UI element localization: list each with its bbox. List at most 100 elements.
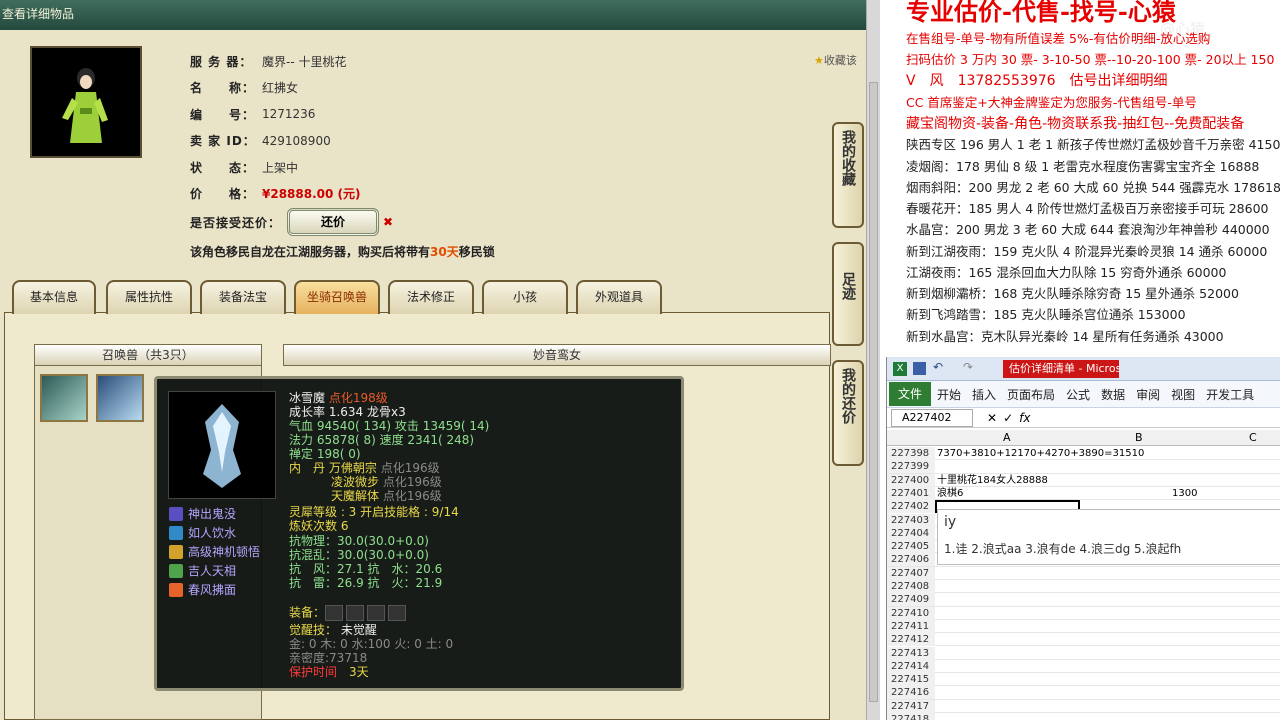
sheet-row[interactable]: 227408	[887, 580, 1280, 594]
name-value: 红拂女	[262, 81, 299, 96]
seller-value: 429108900	[262, 133, 331, 148]
ime-candidates[interactable]: 1.诖 2.浪式aa 3.浪有de 4.浪三dg 5.浪起fh	[944, 540, 1181, 557]
row-number[interactable]: 227416	[887, 686, 935, 700]
ribbon-tab-formulas[interactable]: 公式	[1066, 386, 1090, 403]
row-number[interactable]: 227408	[887, 580, 935, 593]
ad-line: 春暖花开：185 男人 4 阶传世燃灯孟极百万亲密接手可玩 28600	[906, 201, 1269, 216]
skill-icon	[169, 526, 183, 540]
excel-app-icon: X	[893, 362, 907, 376]
row-number[interactable]: 227400	[887, 473, 935, 487]
skill-2[interactable]: 如人饮水	[169, 524, 236, 542]
tip-intimacy: 亲密度:73718	[289, 651, 368, 665]
row-number[interactable]: 227398	[887, 447, 935, 460]
ribbon-tab-home[interactable]: 开始	[937, 386, 961, 403]
ribbon-tab-data[interactable]: 数据	[1101, 386, 1125, 403]
scroll-thumb[interactable]	[869, 82, 878, 702]
cell-a[interactable]: 十里桃花184女人28888	[937, 474, 1048, 487]
sheet-row[interactable]: 227418	[887, 713, 1280, 720]
skill-1[interactable]: 神出鬼没	[169, 505, 236, 523]
sheet-row[interactable]: 227410	[887, 606, 1280, 620]
skill-3[interactable]: 高级神机顿悟	[169, 543, 260, 561]
row-number[interactable]: 227413	[887, 646, 935, 660]
close-icon[interactable]: ✖	[383, 215, 393, 229]
sheet-row[interactable]: 227400 十里桃花184女人28888	[887, 473, 1280, 487]
my-bargains-button[interactable]: 我的还价	[832, 360, 864, 466]
row-number[interactable]: 227411	[887, 619, 935, 633]
row-number[interactable]: 227414	[887, 659, 935, 673]
name-box[interactable]: A227402	[891, 408, 973, 427]
tab-children[interactable]: 小孩	[482, 280, 568, 314]
sheet-row[interactable]: 227398 7370+3810+12170+4270+3890=31510	[887, 447, 1280, 461]
sheet-row[interactable]: 227399	[887, 460, 1280, 474]
footprint-button[interactable]: 足迹	[832, 242, 864, 346]
summon-thumb-2[interactable]	[96, 374, 144, 422]
row-number[interactable]: 227409	[887, 593, 935, 607]
tab-appearance[interactable]: 外观道具	[576, 280, 662, 314]
sheet-row[interactable]: 227415	[887, 673, 1280, 687]
cell-a[interactable]: 7370+3810+12170+4270+3890=31510	[937, 447, 1144, 460]
tab-mounts-summons[interactable]: 坐骑召唤兽	[294, 280, 380, 314]
cell-b[interactable]: 1300	[1172, 487, 1197, 500]
col-a[interactable]: A	[1003, 431, 1011, 444]
sheet-row[interactable]: 227413	[887, 646, 1280, 660]
row-number[interactable]: 227402	[887, 500, 935, 514]
row-number[interactable]: 227404	[887, 526, 935, 540]
sheet-row[interactable]: 227417	[887, 699, 1280, 713]
cell-a[interactable]: 浪棋6	[937, 487, 963, 500]
skill-4[interactable]: 吉人天相	[169, 562, 236, 580]
skill-5[interactable]: 春风拂面	[169, 581, 236, 599]
ribbon-tab-review[interactable]: 审阅	[1136, 386, 1160, 403]
confirm-icon[interactable]: ✓	[1003, 411, 1013, 425]
sheet-row[interactable]: 227409	[887, 593, 1280, 607]
sheet-row[interactable]: 227411	[887, 619, 1280, 634]
row-number[interactable]: 227399	[887, 460, 935, 474]
sheet-row[interactable]: 227416	[887, 686, 1280, 700]
ad-line: 藏宝阁物资-装备-角色-物资联系我-抽红包--免费配装备	[906, 116, 1245, 132]
row-number[interactable]: 227415	[887, 673, 935, 687]
row-number[interactable]: 227405	[887, 540, 935, 554]
tip-protect-label: 保护时间	[289, 665, 338, 679]
row-number[interactable]: 227407	[887, 566, 935, 580]
equip-slot-2	[346, 605, 365, 621]
ad-line: 凌烟阁：178 男仙 8 级 1 老雷克水程度伤害雾宝宝齐全 16888	[906, 159, 1260, 174]
col-c[interactable]: C	[1249, 431, 1257, 444]
tip-equip-label: 装备：	[289, 605, 326, 620]
tab-equipment[interactable]: 装备法宝	[200, 280, 286, 314]
sheet-row[interactable]: 227407	[887, 566, 1280, 580]
sheet-row[interactable]: 227412	[887, 633, 1280, 647]
row-number[interactable]: 227417	[887, 699, 935, 713]
my-favorites-button[interactable]: 我的收藏	[832, 122, 864, 228]
col-b[interactable]: B	[1135, 431, 1143, 444]
summon-thumb-1[interactable]	[40, 374, 88, 422]
undo-icon[interactable]: ↶	[933, 360, 943, 374]
ribbon-tab-layout[interactable]: 页面布局	[1007, 386, 1055, 403]
sheet-row[interactable]: 227401 浪棋6 1300	[887, 486, 1280, 501]
function-icon[interactable]: fx	[1019, 411, 1030, 425]
tip-neidan-2: 凌波微步	[331, 475, 380, 489]
row-number[interactable]: 227412	[887, 633, 935, 647]
ribbon-tab-insert[interactable]: 插入	[972, 386, 996, 403]
row-number[interactable]: 227406	[887, 553, 935, 567]
redo-icon[interactable]: ↷	[963, 360, 973, 374]
sheet-row[interactable]: 227414	[887, 659, 1280, 674]
tab-attributes[interactable]: 属性抗性	[106, 280, 192, 314]
skill-icon	[169, 507, 183, 521]
favorite-link[interactable]: ★收藏该	[814, 52, 857, 68]
save-icon[interactable]	[913, 362, 926, 375]
tab-basic-info[interactable]: 基本信息	[12, 280, 96, 314]
ice-demon-icon	[203, 404, 241, 488]
ad-line: 新到水晶宫：克木队异光秦岭 14 星所有任务通杀 43000	[906, 329, 1224, 344]
cancel-icon[interactable]: ✕	[987, 411, 997, 425]
file-tab[interactable]: 文件	[889, 382, 931, 406]
row-number[interactable]: 227418	[887, 713, 935, 720]
row-number[interactable]: 227410	[887, 606, 935, 620]
row-number[interactable]: 227401	[887, 486, 935, 500]
row-number[interactable]: 227403	[887, 513, 935, 527]
bargain-button[interactable]: 还价	[287, 208, 380, 236]
ribbon-tab-developer[interactable]: 开发工具	[1206, 386, 1254, 403]
tab-spell-correction[interactable]: 法术修正	[388, 280, 474, 314]
left-scrollbar[interactable]	[866, 0, 880, 720]
skill-icon	[169, 583, 183, 597]
ribbon-tab-view[interactable]: 视图	[1171, 386, 1195, 403]
server-value: 魔界-- 十里桃花	[262, 54, 347, 69]
